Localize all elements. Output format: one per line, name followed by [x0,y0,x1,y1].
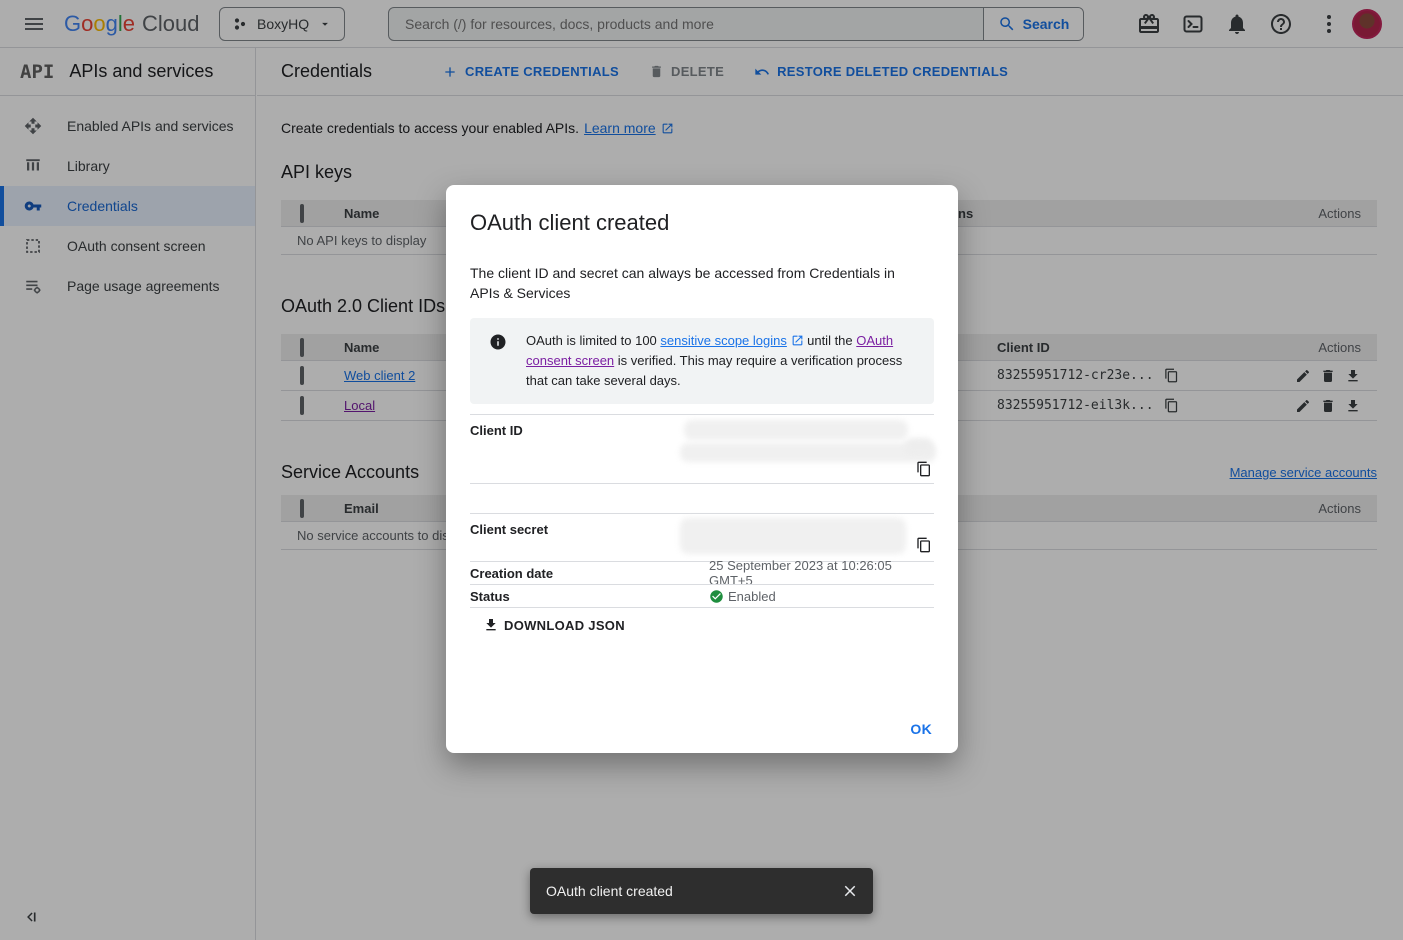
toast-message: OAuth client created [546,883,673,899]
creation-date-row: Creation date 25 September 2023 at 10:26… [470,561,934,584]
redacted-client-secret [680,518,906,554]
spacer-row [470,483,934,513]
ok-button[interactable]: OK [910,721,932,737]
copy-client-secret-icon[interactable] [916,537,932,553]
client-id-row: Client ID [470,414,934,483]
snackbar-toast: OAuth client created [530,868,873,914]
creation-date-label: Creation date [470,566,709,581]
client-details: Client ID Client secret Creation date 25… [470,414,934,608]
copy-client-id-icon[interactable] [916,461,932,477]
external-link-icon [791,334,804,347]
redacted-client-id [684,420,908,440]
client-secret-row: Client secret [470,513,934,561]
oauth-client-created-dialog: OAuth client created The client ID and s… [446,185,958,753]
download-icon [483,617,499,633]
status-label: Status [470,589,709,604]
redacted-client-id [905,438,933,455]
dialog-description: The client ID and secret can always be a… [470,263,922,303]
close-icon[interactable] [841,882,859,900]
status-row: Status Enabled [470,584,934,608]
download-json-button[interactable]: DOWNLOAD JSON [483,617,625,633]
sensitive-scope-logins-link[interactable]: sensitive scope logins [660,333,786,348]
status-value: Enabled [728,589,776,604]
notice-box: OAuth is limited to 100 sensitive scope … [470,318,934,404]
dialog-title: OAuth client created [470,209,934,237]
info-icon [470,331,526,391]
redacted-client-id [680,443,936,462]
check-circle-icon [709,589,724,604]
notice-text: OAuth is limited to 100 sensitive scope … [526,331,918,391]
